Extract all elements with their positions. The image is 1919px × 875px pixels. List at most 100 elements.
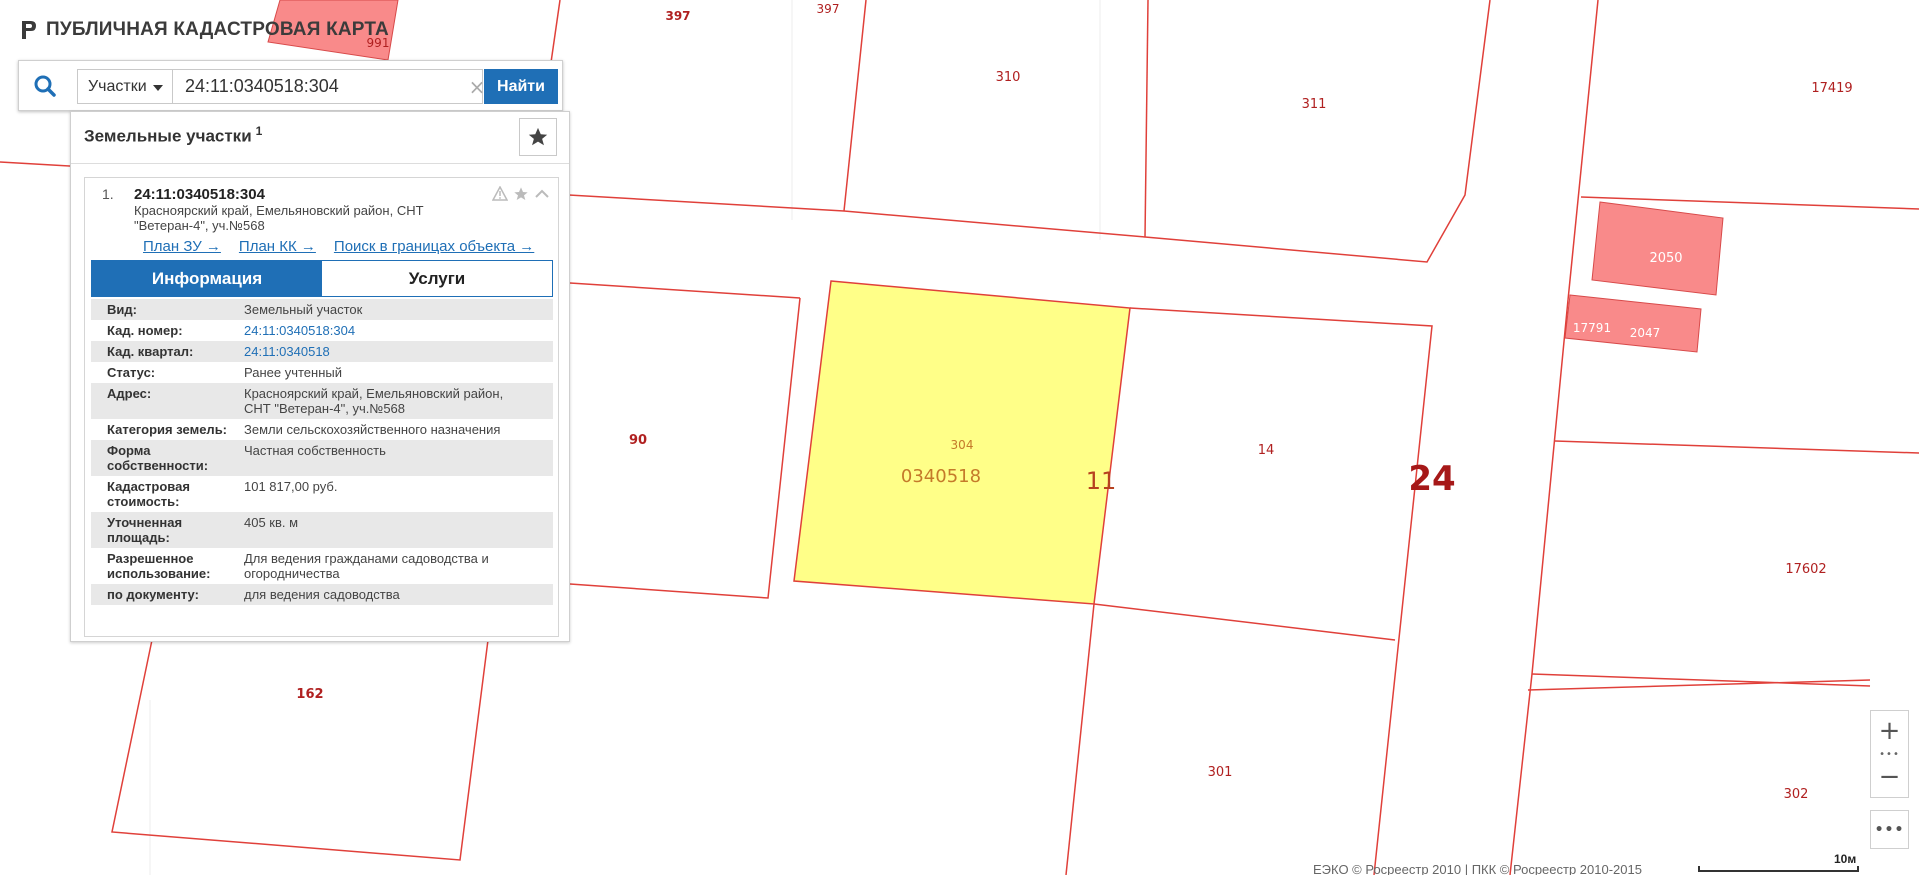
plan-kk-link[interactable]: План КК → xyxy=(239,238,316,255)
field-value: 24:11:0340518 xyxy=(244,341,553,362)
results-panel: Земельные участки 1 1. 24:11:0340518:304 … xyxy=(70,111,570,642)
zoom-control: + ••• − xyxy=(1870,710,1909,798)
field-key: Адрес: xyxy=(107,386,152,401)
field-value: Красноярский край, Емельяновский район, С… xyxy=(244,383,553,419)
result-address-line2: "Ветеран-4", уч.№568 xyxy=(134,218,265,233)
chevron-up-icon[interactable] xyxy=(533,185,550,202)
tab-services[interactable]: Услуги xyxy=(322,261,552,296)
field-key: Категория земель: xyxy=(107,422,228,437)
field-key: Кадастровая стоимость: xyxy=(91,476,244,512)
map-label-14: 14 xyxy=(1258,443,1275,458)
rosreestr-logo-icon xyxy=(22,21,36,39)
map-label-17419: 17419 xyxy=(1811,81,1852,96)
search-icon[interactable] xyxy=(27,69,63,103)
chevron-down-icon xyxy=(152,84,163,91)
map-label-region-24: 24 xyxy=(1408,459,1455,499)
field-value: для ведения садоводства xyxy=(244,587,400,602)
table-row: Адрес: Красноярский край, Емельяновский … xyxy=(91,383,553,419)
use-line2: огородничества xyxy=(244,566,340,581)
info-table: Вид: Земельный участок Кад. номер: 24:11… xyxy=(91,299,553,605)
results-title: Земельные участки 1 xyxy=(84,124,262,147)
scale-label: 10м xyxy=(1834,852,1857,866)
field-key: Разрешенное использование: xyxy=(91,548,244,584)
star-icon[interactable] xyxy=(512,185,529,202)
field-value: 24:11:0340518:304 xyxy=(244,320,553,341)
star-icon xyxy=(528,127,548,146)
map-label-17602: 17602 xyxy=(1785,562,1826,577)
field-value: 101 817,00 руб. xyxy=(244,479,338,494)
map-label-304: 304 xyxy=(951,438,974,452)
field-value: Для ведения гражданами садоводства и огор… xyxy=(244,548,553,584)
key-line2: собственности: xyxy=(107,458,209,473)
use-line1: Для ведения гражданами садоводства и xyxy=(244,551,489,566)
cadnum-link[interactable]: 24:11:0340518:304 xyxy=(244,323,355,338)
field-key: Кад. номер: xyxy=(107,323,183,338)
field-value: 405 кв. м xyxy=(244,515,299,530)
parcel-2050[interactable] xyxy=(1591,201,1724,296)
map-label-301: 301 xyxy=(1208,765,1233,780)
field-key: Кад. квартал: xyxy=(107,344,194,359)
map-label-quarter-0340518: 0340518 xyxy=(901,466,981,487)
search-in-bounds-link[interactable]: Поиск в границах объекта → xyxy=(334,238,534,255)
map-label-310: 310 xyxy=(996,70,1021,85)
results-header: Земельные участки 1 xyxy=(71,112,569,164)
table-row: Кадастровая стоимость: 101 817,00 руб. xyxy=(91,476,553,512)
key-line1: Уточненная xyxy=(107,515,183,530)
result-cadnum[interactable]: 24:11:0340518:304 xyxy=(134,186,265,203)
field-value: Частная собственность xyxy=(244,443,386,458)
table-row: Кад. квартал: 24:11:0340518 xyxy=(91,341,553,362)
zoom-in-button[interactable]: + xyxy=(1871,711,1908,751)
key-line2: стоимость: xyxy=(107,494,180,509)
map-label-2050: 2050 xyxy=(1649,251,1682,266)
field-key: Форма собственности: xyxy=(91,440,244,476)
plan-zu-link[interactable]: План ЗУ → xyxy=(143,238,221,255)
search-input[interactable] xyxy=(173,69,483,104)
map-label-302: 302 xyxy=(1784,787,1809,802)
results-count: 1 xyxy=(255,124,263,138)
zoom-out-button[interactable]: − xyxy=(1871,757,1908,797)
map-label-2047: 2047 xyxy=(1630,326,1661,340)
result-tabs: Информация Услуги xyxy=(91,260,553,297)
results-title-text: Земельные участки xyxy=(84,126,252,146)
table-row: Форма собственности: Частная собственност… xyxy=(91,440,553,476)
table-row: Разрешенное использование: Для ведения гр… xyxy=(91,548,553,584)
key-line1: Кадастровая xyxy=(107,479,190,494)
table-row: Уточненная площадь: 405 кв. м xyxy=(91,512,553,548)
kvartal-link[interactable]: 24:11:0340518 xyxy=(244,344,330,359)
map-label-90: 90 xyxy=(629,433,647,448)
key-line2: использование: xyxy=(107,566,211,581)
warning-icon[interactable] xyxy=(491,185,508,202)
map-label-district-11: 11 xyxy=(1086,467,1117,495)
field-key: Уточненная площадь: xyxy=(91,512,244,548)
result-address: Красноярский край, Емельяновский район, … xyxy=(134,203,494,233)
field-key: Статус: xyxy=(107,365,156,380)
map-label-17791: 17791 xyxy=(1573,321,1611,335)
field-value: Ранее учтенный xyxy=(244,365,342,380)
field-key: по документу: xyxy=(107,587,199,602)
app-header: ПУБЛИЧНАЯ КАДАСТРОВАЯ КАРТА xyxy=(18,18,389,42)
copyright-text: ЕЭКО © Росреестр 2010 | ПКК © Росреестр … xyxy=(1313,862,1642,875)
key-line1: Разрешенное xyxy=(107,551,194,566)
map-label-311: 311 xyxy=(1302,97,1327,112)
map-label-397: 397 xyxy=(665,9,690,23)
table-row: Статус: Ранее учтенный xyxy=(91,362,553,383)
search-type-select[interactable]: Участки xyxy=(77,69,173,104)
result-address-line1: Красноярский край, Емельяновский район, … xyxy=(134,203,424,218)
field-value: Земли сельскохозяйственного назначения xyxy=(244,422,501,437)
scale-bar xyxy=(1698,866,1859,872)
field-key: Вид: xyxy=(107,302,137,317)
key-line2: площадь: xyxy=(107,530,170,545)
more-button[interactable]: ••• xyxy=(1870,810,1909,849)
search-bar: Участки × Найти xyxy=(18,60,563,111)
app-title: ПУБЛИЧНАЯ КАДАСТРОВАЯ КАРТА xyxy=(46,19,389,40)
find-button[interactable]: Найти xyxy=(484,69,558,104)
result-index: 1. xyxy=(102,186,114,202)
favorites-button[interactable] xyxy=(519,118,557,156)
field-value: Земельный участок xyxy=(244,302,363,317)
table-row: Категория земель: Земли сельскохозяйстве… xyxy=(91,419,553,440)
tab-info[interactable]: Информация xyxy=(92,261,322,296)
key-line1: Форма xyxy=(107,443,151,458)
table-row: по документу: для ведения садоводства xyxy=(91,584,553,605)
address-line2: СНТ "Ветеран-4", уч.№568 xyxy=(244,401,406,416)
map-label-162: 162 xyxy=(296,687,323,702)
